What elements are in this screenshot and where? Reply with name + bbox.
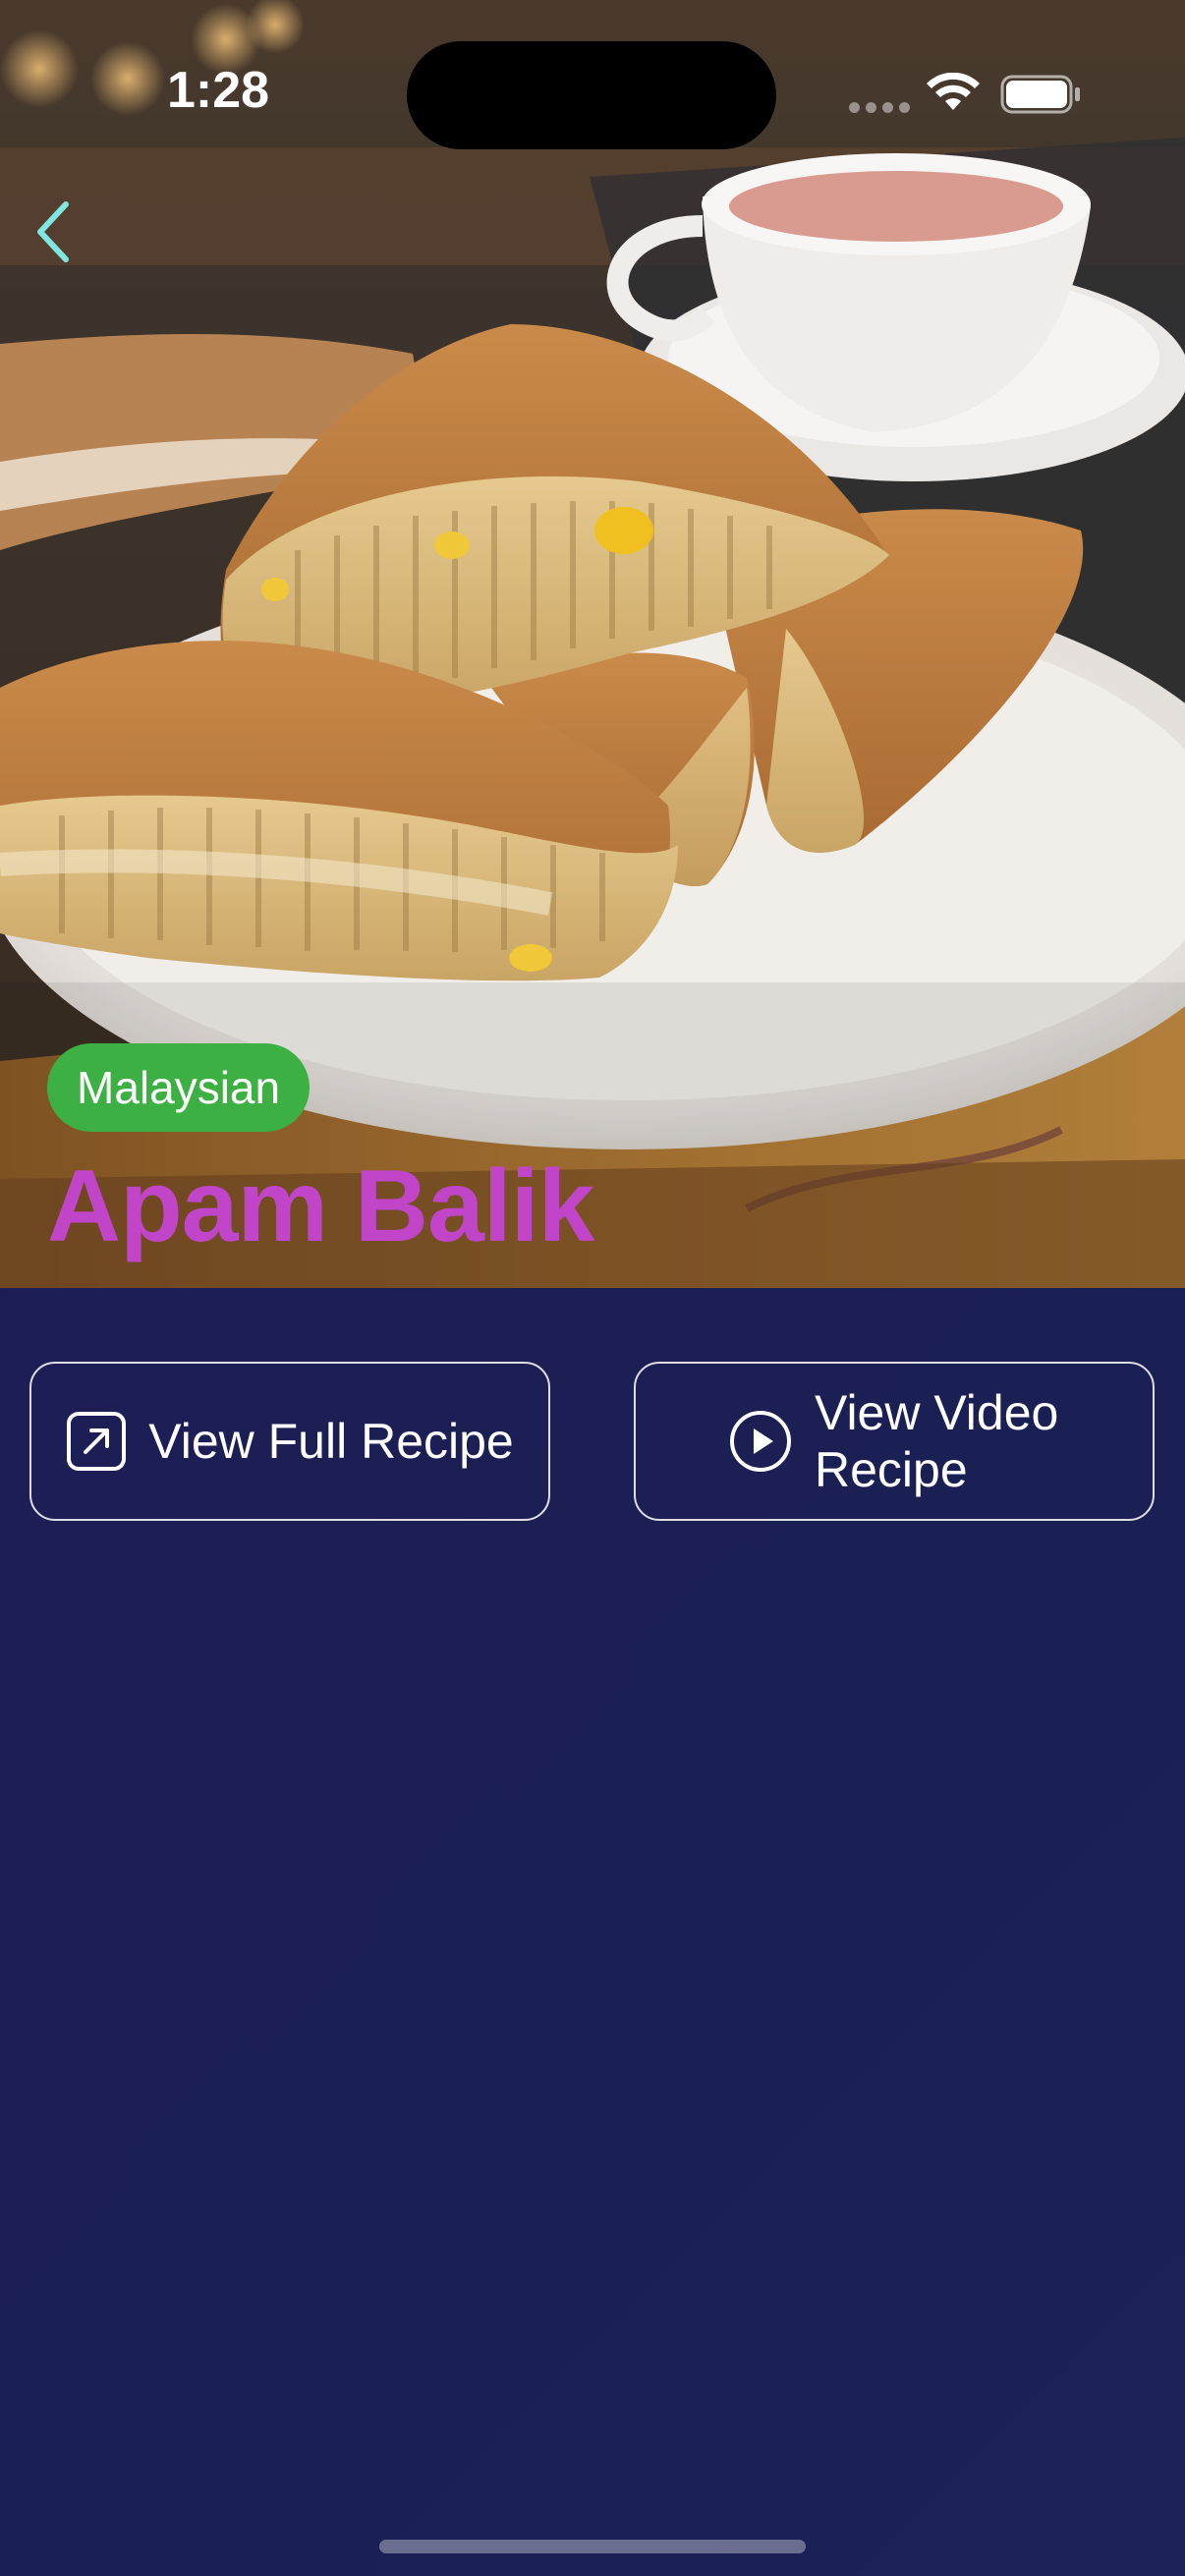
recipe-title: Apam Balik [47, 1149, 594, 1263]
external-link-icon [66, 1411, 127, 1472]
dynamic-island [407, 41, 776, 149]
cellular-signal-icon [849, 102, 910, 113]
recipe-detail-screen: 1:28 Malaysian Apam Balik View Full Reci… [0, 0, 1185, 2576]
view-video-recipe-label: View Video Recipe [815, 1385, 1059, 1497]
view-full-recipe-button[interactable]: View Full Recipe [29, 1362, 550, 1521]
play-circle-icon [728, 1409, 793, 1474]
wifi-icon [927, 73, 980, 110]
chevron-left-icon [37, 201, 69, 262]
battery-icon [1000, 75, 1080, 114]
cuisine-badge: Malaysian [47, 1043, 310, 1132]
view-video-recipe-button[interactable]: View Video Recipe [634, 1362, 1155, 1521]
back-button[interactable] [18, 193, 86, 271]
home-indicator[interactable] [379, 2540, 806, 2553]
status-bar-time: 1:28 [167, 62, 270, 119]
view-full-recipe-label: View Full Recipe [148, 1414, 514, 1469]
